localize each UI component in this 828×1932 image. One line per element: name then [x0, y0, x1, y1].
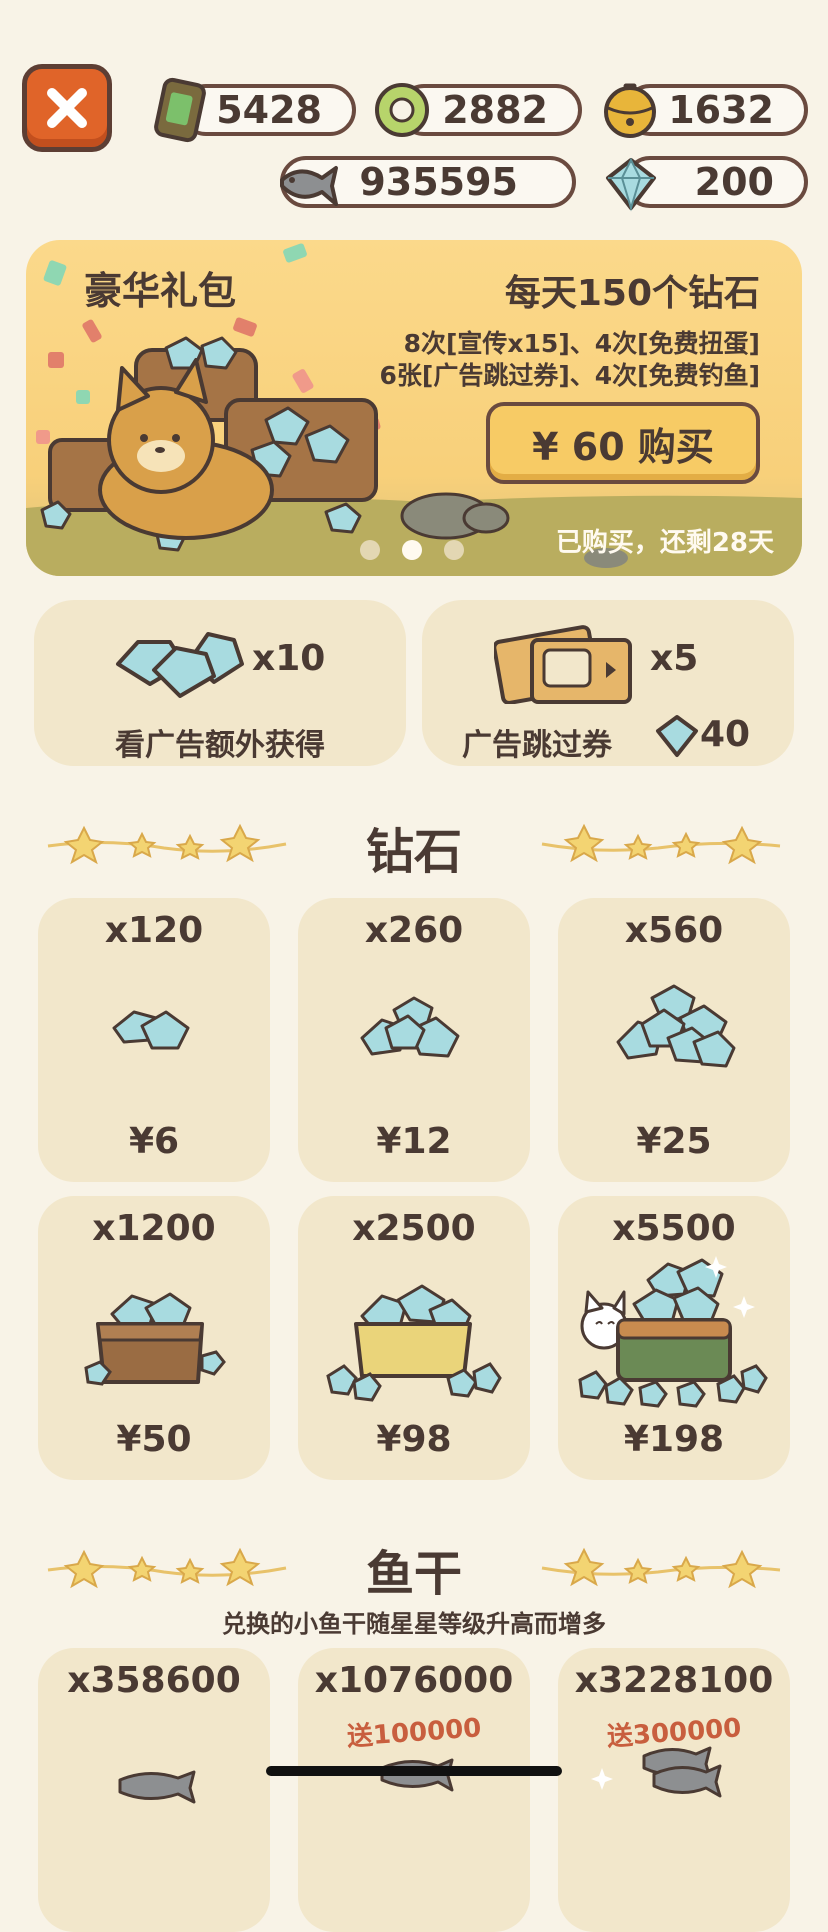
dried-fish-pile-icon	[380, 1758, 454, 1792]
banner-status: 已购买，还剩28天	[555, 528, 774, 558]
diamond-value: 200	[694, 160, 774, 204]
bells-value: 1632	[668, 88, 774, 132]
can-icon	[154, 77, 206, 143]
diamond-pack-120[interactable]: x120 ¥6	[38, 898, 270, 1182]
buy-pack-button[interactable]: ¥ 60 购买	[486, 402, 760, 484]
yarn-value: 2882	[442, 88, 548, 132]
ad-skip-ticket-card[interactable]: x5 广告跳过券 40	[422, 600, 794, 766]
fish-pack-358600[interactable]: x358600	[38, 1648, 270, 1932]
home-indicator[interactable]	[266, 1766, 562, 1776]
yarn-icon	[375, 83, 429, 137]
banner-title: 豪华礼包	[84, 269, 237, 313]
fish-pack-1076000[interactable]: x1076000 送100000	[298, 1648, 530, 1932]
ad-skip-ticket-icon	[494, 625, 632, 704]
pack-price: ¥25	[636, 1121, 712, 1162]
right-stars-decoration	[541, 823, 781, 865]
ad-bonus-count: x10	[252, 638, 326, 679]
pack-price: ¥12	[376, 1121, 452, 1162]
banner-contents-line-1: 8次[宣传x15]、4次[免费扭蛋]	[403, 329, 760, 358]
diamond-cost-icon	[656, 715, 698, 757]
banner-contents-line-2: 6张[广告跳过券]、4次[免费钓鱼]	[379, 361, 761, 390]
pack-price: ¥50	[116, 1419, 192, 1460]
ad-skip-ticket-label: 广告跳过券	[462, 728, 612, 763]
diamond-pack-2500[interactable]: x2500 ¥98	[298, 1196, 530, 1480]
dried-fish-pile-icon	[118, 1770, 196, 1804]
diamond-pack-560[interactable]: x560 ¥25	[558, 898, 790, 1182]
dried-fish-icon	[280, 166, 338, 206]
ad-skip-ticket-cost: 40	[700, 714, 751, 755]
diamond-icon	[606, 157, 656, 212]
banner-headline: 每天150个钻石	[504, 273, 760, 314]
bell-icon	[604, 83, 656, 138]
ad-skip-ticket-count: x5	[650, 638, 699, 679]
ad-bonus-label: 看广告额外获得	[115, 728, 325, 763]
pack-price: ¥98	[376, 1419, 452, 1460]
cans-value: 5428	[216, 88, 322, 132]
pack-price: ¥198	[623, 1419, 725, 1460]
diamond-pack-260[interactable]: x260 ¥12	[298, 898, 530, 1182]
watch-ad-bonus-card[interactable]: x10 看广告额外获得	[34, 600, 406, 766]
fish-pack-3228100[interactable]: x3228100 送300000	[558, 1648, 790, 1932]
dried-fish-pile-icon	[591, 1746, 722, 1798]
fish-section-subtitle: 兑换的小鱼干随星星等级升高而增多	[222, 1610, 606, 1638]
diamond-pack-5500[interactable]: x5500 ¥198	[558, 1196, 790, 1480]
diamond-pile-icon	[116, 632, 244, 698]
close-icon	[47, 88, 87, 128]
diamond-pack-1200[interactable]: x1200 ¥50	[38, 1196, 270, 1480]
deluxe-pack-banner[interactable]: 豪华礼包 每天150个钻石 8次[宣传x15]、4次[免费扭蛋] 6张[广告跳过…	[26, 240, 802, 576]
close-button[interactable]	[22, 64, 112, 152]
right-stars-decoration	[541, 1547, 781, 1589]
fish-value: 935595	[359, 160, 518, 204]
pack-price: ¥6	[128, 1121, 180, 1162]
banner-page-dot-3[interactable]	[444, 540, 464, 560]
banner-page-dot-1[interactable]	[360, 540, 380, 560]
banner-page-dot-2[interactable]	[402, 540, 422, 560]
